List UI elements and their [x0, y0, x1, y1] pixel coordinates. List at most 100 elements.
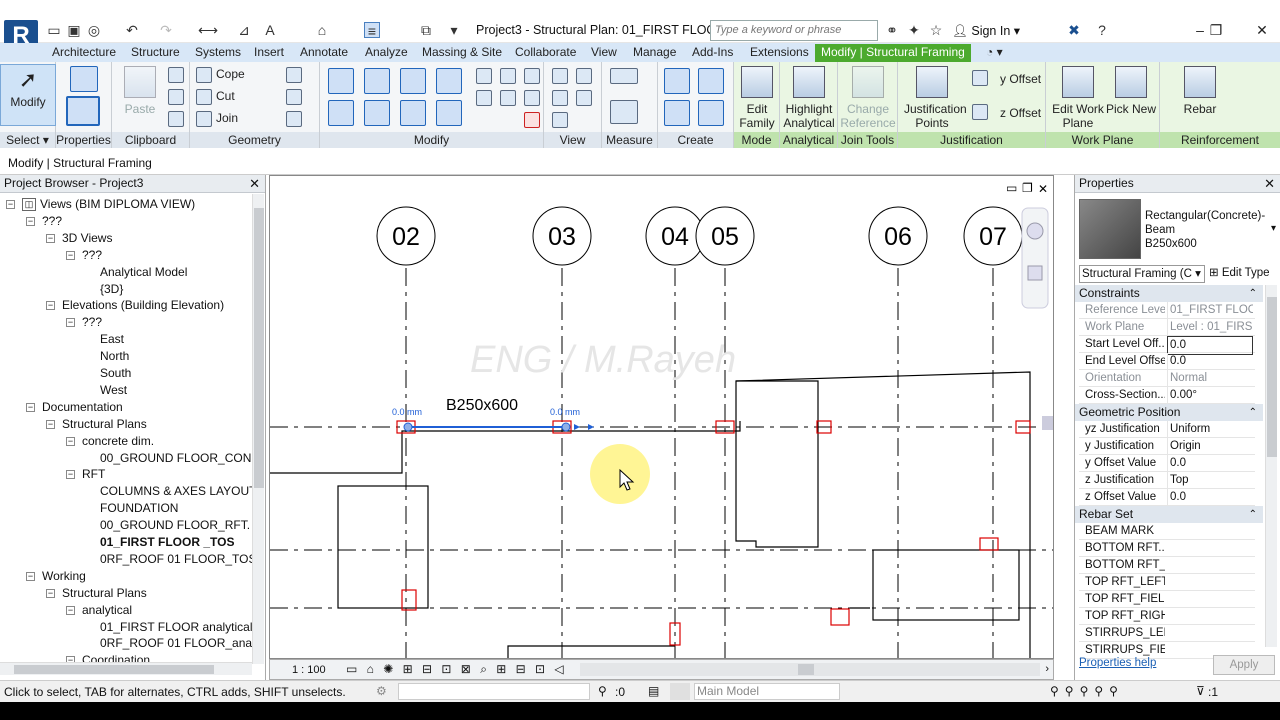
tree-toggle[interactable]: − — [66, 318, 75, 328]
scroll-right-icon[interactable]: › — [1045, 663, 1049, 675]
offset-icon[interactable] — [364, 68, 390, 94]
paste-button[interactable]: Paste — [112, 66, 168, 116]
hide-in-view-icon[interactable] — [552, 68, 568, 84]
editable-only-icon[interactable]: ⚲ — [598, 684, 607, 698]
worksets-icon[interactable]: ⚙ — [376, 684, 387, 698]
tree-toggle[interactable]: − — [66, 436, 75, 446]
paint-icon[interactable] — [286, 89, 302, 105]
property-value[interactable]: Top — [1167, 472, 1253, 489]
property-row[interactable]: STIRRUPS_LEFT — [1079, 625, 1255, 642]
sync-icon[interactable]: ◎ — [86, 22, 102, 38]
subscription-icon[interactable]: ✦ — [906, 22, 922, 38]
array-icon[interactable] — [476, 90, 492, 106]
search-input[interactable]: Type a keyword or phrase — [710, 20, 878, 41]
property-value[interactable]: 0.0 — [1167, 353, 1253, 370]
tab-architecture[interactable]: Architecture — [52, 44, 116, 62]
tab-analyze[interactable]: Analyze — [365, 44, 408, 62]
tree-toggle[interactable]: − — [66, 605, 75, 615]
tree-item[interactable]: 01_FIRST FLOOR analytical — [100, 619, 252, 636]
property-value[interactable]: Normal — [1167, 370, 1253, 387]
selection-box-icon[interactable] — [552, 112, 568, 128]
tab-annotate[interactable]: Annotate — [300, 44, 348, 62]
canvas-hscroll-thumb[interactable] — [798, 664, 814, 675]
main-model-selector[interactable]: Main Model — [694, 683, 840, 700]
tree-toggle[interactable]: − — [66, 470, 75, 480]
match-properties-icon[interactable] — [168, 111, 184, 127]
tree-item[interactable]: 01_FIRST FLOOR _TOS — [100, 534, 234, 551]
filter-icon[interactable]: ⊽ — [1196, 684, 1205, 698]
plan-view[interactable]: 02 03 04 05 06 07 ENG / M.Rayeh B250x600… — [270, 176, 1054, 659]
rotate-icon[interactable] — [400, 100, 426, 126]
rebar-button[interactable]: Rebar — [1172, 66, 1228, 116]
text-icon[interactable]: A — [262, 22, 278, 38]
exchange-icon[interactable]: ✖ — [1066, 22, 1082, 38]
tab-extensions[interactable]: Extensions — [750, 44, 809, 62]
cut-clipboard-icon[interactable] — [168, 67, 184, 83]
property-section[interactable]: Constraints ⌃ — [1075, 285, 1263, 302]
tree-toggle[interactable]: − — [26, 216, 35, 226]
copy-clipboard-icon[interactable] — [168, 89, 184, 105]
tree-item[interactable]: Structural Plans — [62, 585, 147, 602]
customize-qat-icon[interactable]: ▾ — [446, 22, 462, 38]
tab-collaborate[interactable]: Collaborate — [515, 44, 576, 62]
tree-item[interactable]: FOUNDATION — [100, 500, 178, 517]
open-icon[interactable]: ▭ — [46, 22, 62, 38]
justification-points-button[interactable]: Justification Points — [904, 66, 967, 130]
tab-modify-structural-framing[interactable]: Modify | Structural Framing — [815, 44, 971, 62]
demolish-icon[interactable] — [286, 111, 302, 127]
split-face-icon[interactable] — [286, 67, 302, 83]
mirror-draw-icon[interactable] — [436, 68, 462, 94]
tree-item[interactable]: ??? — [42, 213, 62, 230]
tree-item[interactable]: Working — [42, 568, 86, 585]
browser-vscroll-thumb[interactable] — [254, 208, 264, 488]
browser-hscroll-thumb[interactable] — [14, 665, 214, 674]
design-option-picker[interactable] — [670, 683, 690, 700]
tree-item[interactable]: COLUMNS & AXES LAYOUT — [100, 483, 252, 500]
instance-filter[interactable]: Structural Framing (C ▾ — [1079, 265, 1205, 283]
measure-distance-icon[interactable] — [610, 68, 638, 84]
tree-item[interactable]: 00_GROUND FLOOR_CONC.D — [100, 450, 252, 467]
tree-item[interactable]: analytical — [82, 602, 132, 619]
property-section[interactable]: Geometric Position ⌃ — [1075, 404, 1263, 421]
property-row[interactable]: BOTTOM RFT.... — [1079, 540, 1255, 557]
tree-toggle[interactable]: − — [26, 571, 35, 581]
restore-button[interactable]: ❐ — [1200, 20, 1232, 40]
y-offset-button[interactable]: y Offset — [1000, 72, 1041, 86]
tree-item[interactable]: 0RF_ROOF 01 FLOOR_analytic — [100, 635, 252, 652]
select-panel-label[interactable]: Select ▾ — [0, 132, 55, 148]
tab-manage[interactable]: Manage — [633, 44, 676, 62]
create-similar-icon[interactable] — [698, 100, 724, 126]
tree-item[interactable]: ??? — [82, 247, 102, 264]
workset-selector[interactable] — [398, 683, 590, 700]
property-row[interactable]: Orientation Normal — [1079, 370, 1255, 387]
aligned-dimension-icon[interactable] — [610, 100, 638, 124]
property-row[interactable]: Cross-Section... 0.00° — [1079, 387, 1255, 404]
properties-vscroll[interactable] — [1265, 285, 1277, 647]
override-graphics-icon[interactable] — [576, 68, 592, 84]
tree-toggle[interactable]: − — [26, 402, 35, 412]
linework-icon[interactable] — [552, 90, 568, 106]
properties-help-link[interactable]: Properties help — [1079, 657, 1156, 669]
tree-item[interactable]: South — [100, 365, 131, 382]
3d-view-icon[interactable]: ⌂ — [314, 22, 330, 38]
thin-lines-icon[interactable]: ≡ — [364, 22, 380, 39]
property-row[interactable]: Start Level Off... 0.0 — [1079, 336, 1255, 355]
tag-icon[interactable]: ⊿ — [236, 22, 252, 38]
create-assembly-icon[interactable] — [664, 68, 690, 94]
property-row[interactable]: Work Plane Level : 01_FIRS... — [1079, 319, 1255, 336]
scale-icon[interactable] — [500, 90, 516, 106]
type-selector[interactable]: Rectangular(Concrete)-Beam B250x600 — [1145, 209, 1275, 251]
trim-icon[interactable] — [436, 100, 462, 126]
collapse-icon[interactable]: ⌃ — [1249, 506, 1257, 523]
tree-toggle[interactable]: − — [46, 588, 55, 598]
drawing-area[interactable]: 02 03 04 05 06 07 ENG / M.Rayeh B250x600… — [269, 175, 1054, 659]
z-offset-button[interactable]: z Offset — [1000, 106, 1041, 120]
pick-new-button[interactable]: Pick New — [1106, 66, 1156, 116]
design-options-icon[interactable]: ▤ — [648, 684, 659, 698]
property-row[interactable]: TOP RFT_RIGHT — [1079, 608, 1255, 625]
tree-item[interactable]: Views (BIM DIPLOMA VIEW) — [40, 196, 195, 213]
copy-icon[interactable] — [364, 100, 390, 126]
delete-icon[interactable] — [524, 112, 540, 128]
properties-icon[interactable] — [66, 96, 100, 126]
property-row[interactable]: yz Justification Uniform — [1079, 421, 1255, 438]
